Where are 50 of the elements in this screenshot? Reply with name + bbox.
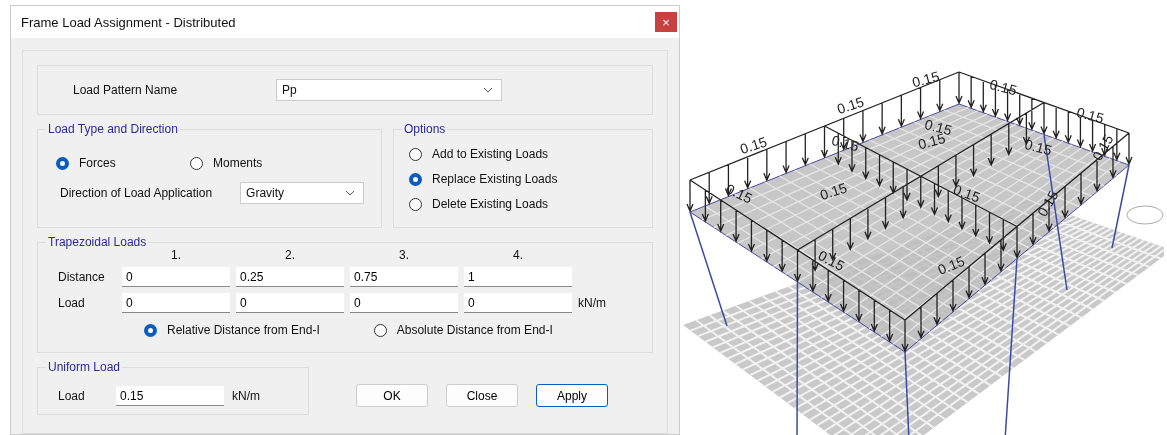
group-title: Options bbox=[402, 122, 448, 136]
field-label: Load Pattern Name bbox=[72, 83, 179, 97]
input-field[interactable]: 0 bbox=[122, 293, 230, 313]
group-title: Load Type and Direction bbox=[46, 122, 180, 136]
load-value-label: 0.15 bbox=[935, 252, 967, 278]
load-value-label: 0.15 bbox=[910, 67, 941, 91]
close-button[interactable]: × bbox=[655, 12, 677, 32]
unit-label: kN/m bbox=[232, 389, 260, 403]
input-field[interactable]: 0.15 bbox=[116, 386, 224, 406]
load-value-label: 0.15 bbox=[835, 93, 866, 118]
grid-bubble-icon bbox=[1126, 205, 1164, 225]
radio-option[interactable]: Delete Existing Loads bbox=[409, 197, 652, 211]
radio-option[interactable]: Relative Distance from End-I bbox=[144, 323, 320, 337]
window-title: Frame Load Assignment - Distributed bbox=[21, 14, 236, 30]
input-field[interactable]: 0 bbox=[236, 293, 344, 313]
load-value-label: 0.15 bbox=[818, 179, 849, 204]
column-header: 2. bbox=[284, 249, 296, 261]
chevron-icon bbox=[345, 190, 356, 196]
row-label: Load bbox=[58, 296, 86, 310]
field-label: Load bbox=[58, 389, 86, 403]
load-value-label: 0.15 bbox=[1023, 135, 1054, 159]
column-header: 4. bbox=[512, 249, 524, 261]
radio-option[interactable]: Moments bbox=[190, 156, 263, 170]
dialog-button[interactable]: OK bbox=[356, 384, 428, 407]
group-title: Trapezoidal Loads bbox=[46, 235, 149, 249]
input-field[interactable]: 0.25 bbox=[236, 267, 344, 287]
input-field[interactable]: 0 bbox=[464, 293, 572, 313]
load-pattern-dropdown[interactable]: Pp bbox=[276, 79, 502, 101]
load-value-label: 0.15 bbox=[830, 131, 861, 155]
unit-label: kN/m bbox=[578, 296, 607, 310]
column-header: 1. bbox=[170, 249, 182, 261]
direction-dropdown[interactable]: Gravity bbox=[240, 182, 365, 204]
radio-option[interactable]: Absolute Distance from End-I bbox=[373, 323, 553, 337]
row-label: Distance bbox=[58, 270, 106, 284]
load-value-label: 0.15 bbox=[738, 133, 769, 158]
radio-option[interactable]: Forces bbox=[56, 156, 190, 170]
column-header: 3. bbox=[398, 249, 410, 261]
field-label: Direction of Load Application bbox=[60, 186, 213, 200]
input-field[interactable]: 0 bbox=[122, 267, 230, 287]
group-title: Uniform Load bbox=[46, 360, 123, 374]
chevron-icon bbox=[483, 87, 493, 93]
input-field[interactable]: 0 bbox=[350, 293, 458, 313]
input-field[interactable]: 1 bbox=[464, 267, 572, 287]
radio-option[interactable]: Replace Existing Loads bbox=[409, 172, 652, 186]
dialog-button[interactable]: Close bbox=[446, 384, 518, 407]
dialog-button[interactable]: Apply bbox=[536, 384, 608, 407]
load-value-label: 0.15 bbox=[815, 247, 848, 275]
radio-option[interactable]: Add to Existing Loads bbox=[409, 147, 652, 161]
load-value-label: 0.15 bbox=[951, 181, 983, 206]
input-field[interactable]: 0.75 bbox=[350, 267, 458, 287]
